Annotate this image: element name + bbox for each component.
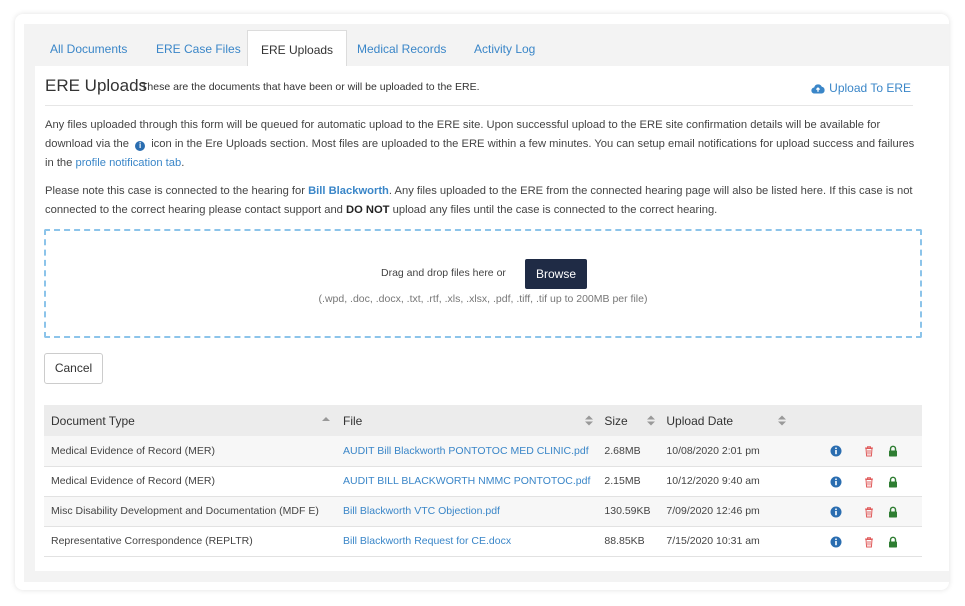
info-icon[interactable]: [830, 476, 842, 488]
claimant-name: Bill Blackworth: [308, 185, 389, 197]
info-icon: i: [135, 141, 146, 151]
do-not-emphasis: DO NOT: [346, 204, 390, 216]
page-subtitle: These are the documents that have been o…: [141, 81, 480, 93]
table-header-row: Document Type File Size Upload Date: [44, 405, 922, 436]
allowed-file-types: (.wpd, .doc, .docx, .txt, .rtf, .xls, .x…: [318, 293, 648, 305]
column-size[interactable]: Size: [597, 405, 659, 436]
title-row: ERE Uploads These are the documents that…: [45, 76, 913, 106]
tab-ere-case-files[interactable]: ERE Case Files: [156, 30, 241, 66]
sort-icon: [585, 415, 594, 426]
table-row: Misc Disability Development and Document…: [44, 496, 922, 526]
file-dropzone[interactable]: Drag and drop files here or Browse (.wpd…: [44, 229, 922, 338]
sort-asc-icon: [322, 417, 330, 421]
upload-to-ere-link[interactable]: Upload To ERE: [811, 81, 911, 95]
lock-icon[interactable]: [887, 536, 899, 548]
cloud-upload-icon: [811, 84, 825, 94]
column-label: Document Type: [51, 413, 135, 428]
lock-icon[interactable]: [887, 506, 899, 518]
column-file[interactable]: File: [336, 405, 597, 436]
sort-icon: [647, 415, 656, 426]
dropzone-prompt: Drag and drop files here or: [381, 267, 506, 279]
cell-upload-date: 7/15/2020 10:31 am: [666, 535, 760, 547]
cell-upload-date: 7/09/2020 12:46 pm: [666, 505, 760, 517]
table-row: Medical Evidence of Record (MER) AUDIT B…: [44, 436, 922, 466]
cell-document-type: Misc Disability Development and Document…: [51, 505, 319, 517]
table-row: Representative Correspondence (REPLTR) B…: [44, 526, 922, 556]
upload-to-ere-label: Upload To ERE: [829, 81, 911, 95]
cell-file: Bill Blackworth VTC Objection.pdf: [336, 496, 597, 526]
tab-activity-log[interactable]: Activity Log: [474, 30, 535, 66]
file-link[interactable]: AUDIT Bill Blackworth PONTOTOC MED CLINI…: [343, 445, 589, 457]
file-link[interactable]: Bill Blackworth VTC Objection.pdf: [343, 505, 500, 517]
trash-icon[interactable]: [863, 536, 875, 548]
sort-icon: [778, 415, 787, 426]
column-upload-date[interactable]: Upload Date: [659, 405, 792, 436]
column-label: Upload Date: [666, 413, 734, 428]
tab-bar: All Documents ERE Case Files ERE Uploads…: [24, 30, 949, 66]
cell-actions: [792, 496, 922, 526]
notice-text-1: Please note this case is connected to th…: [45, 185, 305, 197]
uploads-table: Document Type File Size Upload Date Medi…: [44, 405, 922, 557]
table-row: Medical Evidence of Record (MER) AUDIT B…: [44, 466, 922, 496]
trash-icon[interactable]: [863, 476, 875, 488]
tab-medical-records[interactable]: Medical Records: [357, 30, 446, 66]
cancel-button[interactable]: Cancel: [44, 353, 103, 384]
info-icon[interactable]: [830, 536, 842, 548]
notice-text-3: upload any files until the case is conne…: [392, 204, 718, 216]
cell-document-type: Medical Evidence of Record (MER): [51, 475, 215, 487]
info-icon[interactable]: [830, 445, 842, 457]
cell-size: 88.85KB: [604, 535, 645, 547]
cell-actions: [792, 466, 922, 496]
cell-file: AUDIT BILL BLACKWORTH NMMC PONTOTOC.pdf: [336, 466, 597, 496]
column-actions: [792, 405, 922, 436]
file-link[interactable]: AUDIT BILL BLACKWORTH NMMC PONTOTOC.pdf: [343, 475, 590, 487]
tab-content: ERE Uploads These are the documents that…: [35, 66, 949, 571]
lock-icon[interactable]: [887, 445, 899, 457]
info-text-3: .: [181, 157, 185, 169]
trash-icon[interactable]: [863, 445, 875, 457]
cell-actions: [792, 436, 922, 466]
tab-ere-uploads[interactable]: ERE Uploads: [247, 30, 348, 66]
cell-file: Bill Blackworth Request for CE.docx: [336, 526, 597, 556]
cell-upload-date: 10/12/2020 9:40 am: [666, 475, 760, 487]
column-label: File: [343, 413, 363, 428]
hearing-notice-paragraph: Please note this case is connected to th…: [45, 182, 920, 220]
file-link[interactable]: Bill Blackworth Request for CE.docx: [343, 535, 511, 547]
column-label: Size: [604, 413, 628, 428]
cell-actions: [792, 526, 922, 556]
trash-icon[interactable]: [863, 506, 875, 518]
tab-all-documents[interactable]: All Documents: [50, 30, 127, 66]
upload-info-paragraph: Any files uploaded through this form wil…: [45, 116, 920, 173]
page-title: ERE Uploads: [45, 76, 148, 95]
cell-size: 2.68MB: [604, 444, 641, 457]
cell-document-type: Medical Evidence of Record (MER): [51, 444, 215, 457]
column-document-type[interactable]: Document Type: [44, 405, 336, 436]
documents-panel: All Documents ERE Case Files ERE Uploads…: [24, 24, 949, 582]
cell-upload-date: 10/08/2020 2:01 pm: [666, 444, 760, 457]
cell-size: 2.15MB: [604, 475, 641, 487]
cell-size: 130.59KB: [604, 505, 651, 517]
browse-button[interactable]: Browse: [525, 259, 587, 289]
cell-file: AUDIT Bill Blackworth PONTOTOC MED CLINI…: [336, 436, 597, 466]
profile-notification-link[interactable]: profile notification tab: [75, 157, 181, 169]
cell-document-type: Representative Correspondence (REPLTR): [51, 535, 253, 547]
info-icon[interactable]: [830, 506, 842, 518]
lock-icon[interactable]: [887, 476, 899, 488]
